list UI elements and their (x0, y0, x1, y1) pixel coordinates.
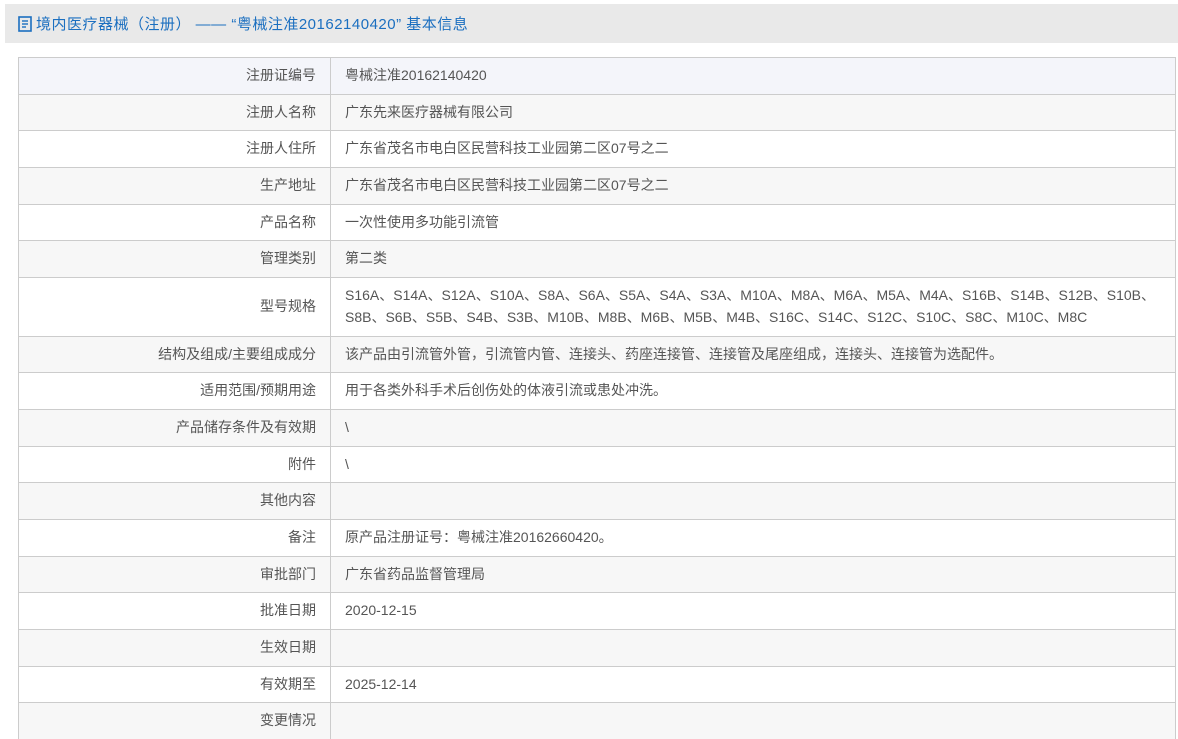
row-value: 第二类 (330, 240, 1176, 279)
table-row: 附件 \ (18, 445, 1176, 484)
row-label-text: 批准日期 (260, 602, 316, 619)
table-row: 批准日期 2020-12-15 (18, 592, 1176, 630)
table-row: 注册证编号 粤械注准20162140420 (18, 57, 1176, 95)
row-label: 生效日期 (18, 629, 331, 667)
row-label-text: 有效期至 (260, 675, 316, 692)
page-title: 境内医疗器械（注册） —— “粤械注准20162140420” 基本信息 (36, 16, 469, 33)
table-row: 生效日期 (18, 629, 1176, 667)
row-value: 广东省药品监督管理局 (330, 555, 1176, 594)
table-row: 变更情况 (18, 702, 1176, 739)
row-value: 原产品注册证号：粤械注准20162660420。 (330, 518, 1176, 557)
device-info-table: 注册证编号 粤械注准20162140420 注册人名称 广东先来医疗器械有限公司… (18, 57, 1176, 739)
row-label-text: 管理类别 (260, 250, 316, 267)
row-value: 粤械注准20162140420 (330, 57, 1176, 95)
row-label-text: 其他内容 (260, 492, 316, 509)
table-row: 有效期至 2025-12-14 (18, 665, 1176, 704)
row-value: 一次性使用多功能引流管 (330, 203, 1176, 242)
row-label-text: 结构及组成/主要组成成分 (158, 345, 316, 362)
row-label-text: 备注 (288, 528, 316, 545)
row-value: 2020-12-15 (330, 592, 1176, 630)
row-label: 型号规格 (18, 277, 331, 337)
row-label-text: 型号规格 (260, 297, 316, 314)
row-label-text: 适用范围/预期用途 (200, 382, 316, 399)
page-header: 境内医疗器械（注册） —— “粤械注准20162140420” 基本信息 (5, 4, 1178, 43)
row-label-text: 注册人名称 (246, 103, 316, 120)
row-label-text: 产品名称 (260, 213, 316, 230)
row-value: 用于各类外科手术后创伤处的体液引流或患处冲洗。 (330, 372, 1176, 410)
row-label: 其他内容 (18, 482, 331, 520)
row-label-text: 产品储存条件及有效期 (176, 418, 316, 435)
row-label: 变更情况 (18, 702, 331, 739)
row-value: S16A、S14A、S12A、S10A、S8A、S6A、S5A、S4A、S3A、… (330, 277, 1176, 337)
table-row: 生产地址 广东省茂名市电白区民营科技工业园第二区07号之二 (18, 167, 1176, 205)
row-value (330, 482, 1176, 520)
row-label: 产品名称 (18, 203, 331, 242)
table-row: 型号规格 S16A、S14A、S12A、S10A、S8A、S6A、S5A、S4A… (18, 277, 1176, 337)
table-row: 备注 原产品注册证号：粤械注准20162660420。 (18, 518, 1176, 557)
row-label: 生产地址 (18, 167, 331, 205)
row-label: 审批部门 (18, 555, 331, 594)
table-row: 产品名称 一次性使用多功能引流管 (18, 203, 1176, 242)
row-value (330, 629, 1176, 667)
document-icon (18, 15, 32, 32)
row-label: 备注 (18, 518, 331, 557)
row-value (330, 702, 1176, 739)
row-label: 结构及组成/主要组成成分 (18, 335, 331, 374)
row-label-text: 附件 (288, 455, 316, 472)
row-label: 注册人名称 (18, 93, 331, 132)
row-value: 2025-12-14 (330, 665, 1176, 704)
row-label-text: 变更情况 (260, 712, 316, 729)
row-value: 该产品由引流管外管，引流管内管、连接头、药座连接管、连接管及尾座组成，连接头、连… (330, 335, 1176, 374)
row-label: 产品储存条件及有效期 (18, 408, 331, 447)
row-value: \ (330, 408, 1176, 447)
table-row: 产品储存条件及有效期 \ (18, 408, 1176, 447)
table-row: 适用范围/预期用途 用于各类外科手术后创伤处的体液引流或患处冲洗。 (18, 372, 1176, 410)
row-label-text: 生产地址 (260, 177, 316, 194)
row-value: \ (330, 445, 1176, 484)
row-value: 广东先来医疗器械有限公司 (330, 93, 1176, 132)
table-row: 结构及组成/主要组成成分 该产品由引流管外管，引流管内管、连接头、药座连接管、连… (18, 335, 1176, 374)
row-label: 注册证编号 (18, 57, 331, 95)
table-row: 注册人住所 广东省茂名市电白区民营科技工业园第二区07号之二 (18, 130, 1176, 169)
info-table-body: 注册证编号 粤械注准20162140420 注册人名称 广东先来医疗器械有限公司… (18, 57, 1176, 739)
row-label: 有效期至 (18, 665, 331, 704)
row-label-text: 生效日期 (260, 639, 316, 655)
table-row: 其他内容 (18, 482, 1176, 520)
row-value: 广东省茂名市电白区民营科技工业园第二区07号之二 (330, 167, 1176, 205)
row-label-text: 审批部门 (260, 565, 316, 582)
table-row: 审批部门 广东省药品监督管理局 (18, 555, 1176, 594)
row-label-text: 注册证编号 (246, 67, 316, 83)
table-row: 注册人名称 广东先来医疗器械有限公司 (18, 93, 1176, 132)
row-label: 适用范围/预期用途 (18, 372, 331, 410)
row-label: 注册人住所 (18, 130, 331, 169)
row-label: 批准日期 (18, 592, 331, 630)
table-row: 管理类别 第二类 (18, 240, 1176, 279)
row-label-text: 注册人住所 (246, 140, 316, 157)
row-value: 广东省茂名市电白区民营科技工业园第二区07号之二 (330, 130, 1176, 169)
row-label: 附件 (18, 445, 331, 484)
row-label: 管理类别 (18, 240, 331, 279)
